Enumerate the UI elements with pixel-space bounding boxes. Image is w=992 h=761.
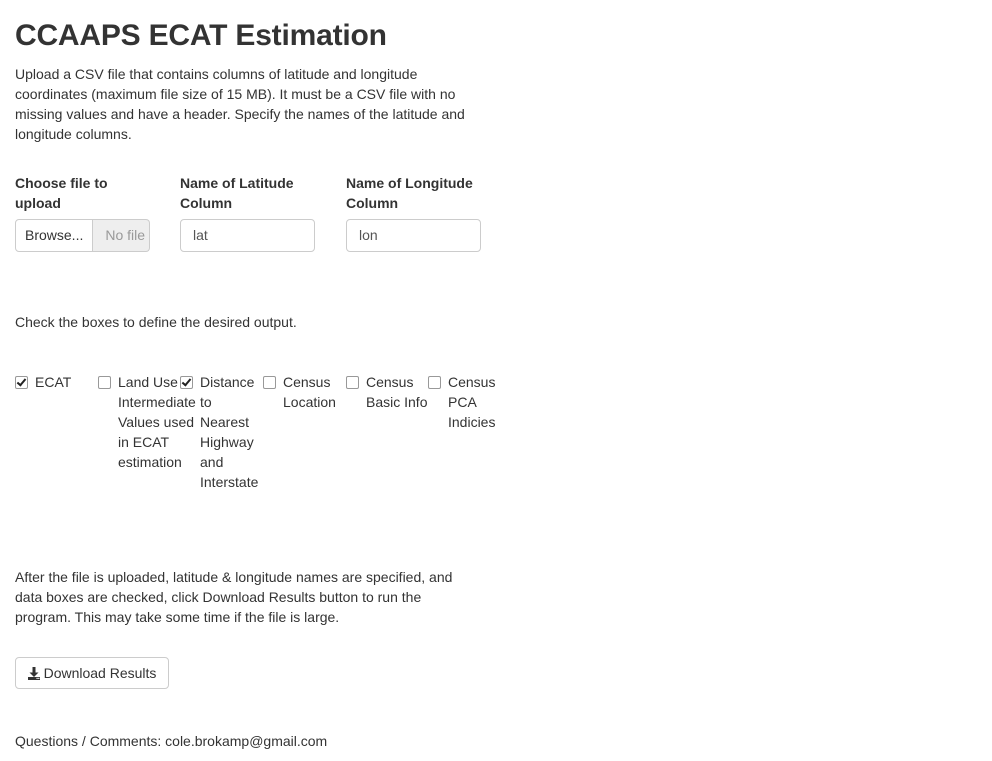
download-button-label: Download Results [43,665,157,681]
checkbox[interactable] [346,376,359,389]
checkbox-label: Census Location [283,374,336,410]
file-upload-label: Choose file to upload [15,175,108,211]
file-name-display: No file selected [93,219,150,252]
page-title: CCAAPS ECAT Estimation [15,19,387,52]
output-option-land-use[interactable]: Land Use Intermediate Values used in ECA… [98,372,196,472]
output-option-distance-highway[interactable]: Distance to Nearest Highway and Intersta… [180,372,263,492]
checkbox-label: Distance to Nearest Highway and Intersta… [200,374,259,490]
checkbox-label: Census PCA Indicies [448,374,496,430]
longitude-label: Name of Longitude Column [346,175,473,211]
longitude-input[interactable] [346,219,481,252]
checkbox-label: Census Basic Info [366,374,428,410]
browse-button[interactable]: Browse... [15,219,94,252]
file-upload-field: Choose file to upload [15,173,155,213]
checkbox-label: ECAT [35,374,72,390]
contact-info: Questions / Comments: cole.brokamp@gmail… [15,733,328,749]
checkbox-instruction: Check the boxes to define the desired ou… [15,314,297,330]
checkbox[interactable] [180,376,193,389]
latitude-field: Name of Latitude Column [180,173,320,213]
output-option-census-pca[interactable]: Census PCA Indicies [428,372,510,432]
download-results-button[interactable]: Download Results [15,657,169,689]
run-instructions: After the file is uploaded, latitude & l… [15,569,453,625]
latitude-label: Name of Latitude Column [180,175,294,211]
checkbox[interactable] [263,376,276,389]
download-icon [27,666,40,680]
latitude-input[interactable] [180,219,315,252]
output-option-census-location[interactable]: Census Location [263,372,345,412]
checkbox[interactable] [98,376,111,389]
output-option-ecat[interactable]: ECAT [15,372,95,392]
checkbox[interactable] [428,376,441,389]
longitude-field: Name of Longitude Column [346,173,486,213]
checkbox[interactable] [15,376,28,389]
intro-text: Upload a CSV file that contains columns … [15,66,465,142]
output-option-census-basic-info[interactable]: Census Basic Info [346,372,428,412]
file-upload-group: Browse... No file selected [15,219,150,252]
